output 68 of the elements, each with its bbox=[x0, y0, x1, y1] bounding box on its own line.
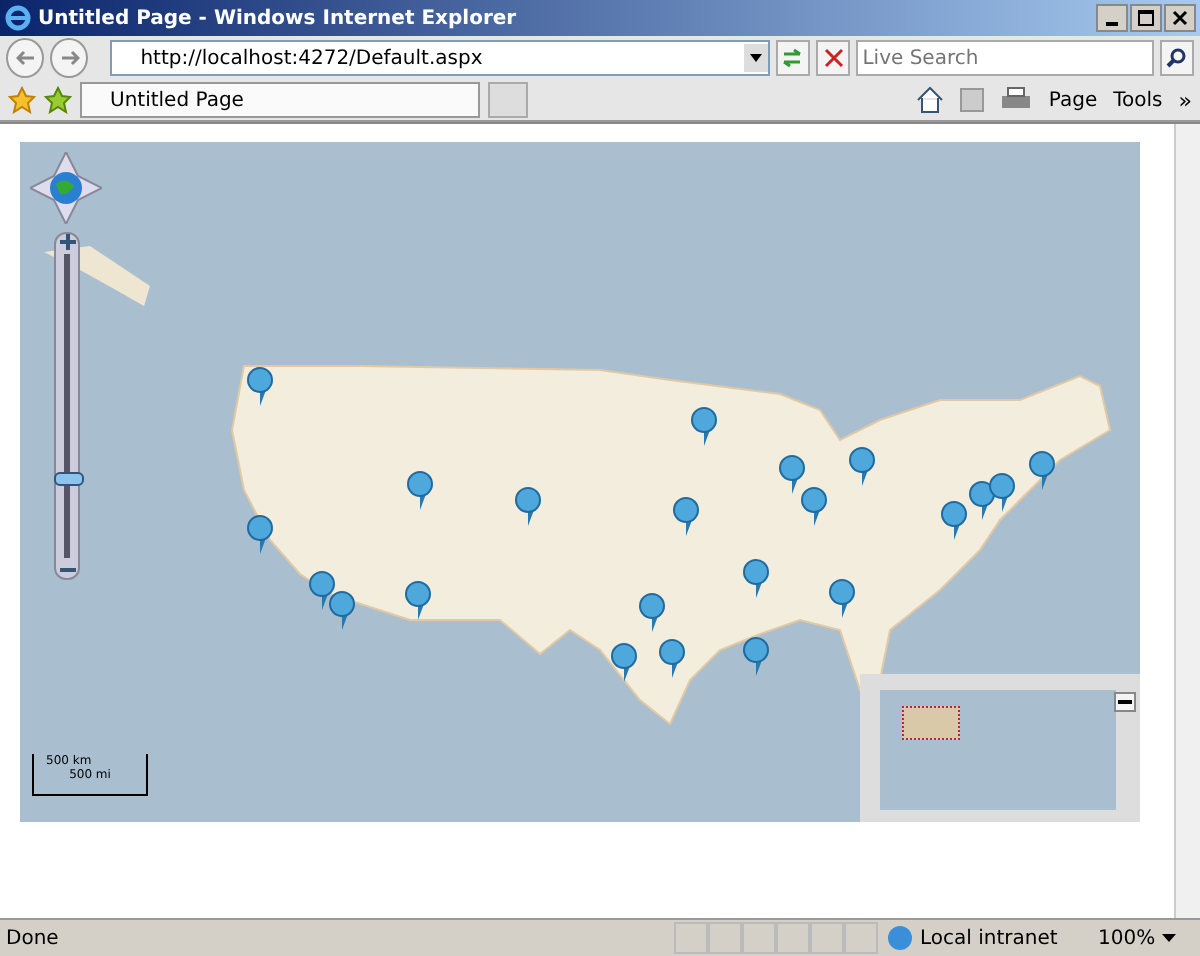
close-button[interactable] bbox=[1164, 4, 1196, 32]
vertical-scrollbar[interactable] bbox=[1174, 124, 1200, 918]
map-pin-icon[interactable] bbox=[743, 559, 769, 598]
stop-button[interactable] bbox=[816, 40, 851, 76]
map-pin-icon[interactable] bbox=[329, 591, 355, 630]
back-button[interactable] bbox=[6, 38, 45, 78]
security-zone-label: Local intranet bbox=[920, 927, 1058, 949]
search-icon bbox=[1166, 48, 1187, 68]
map-pin-icon[interactable] bbox=[989, 473, 1015, 512]
zoom-out-icon[interactable] bbox=[59, 562, 75, 578]
status-pane bbox=[742, 922, 776, 954]
map-pin-icon[interactable] bbox=[829, 579, 855, 618]
browser-tab[interactable]: Untitled Page bbox=[80, 82, 480, 118]
status-pane bbox=[844, 922, 878, 954]
forward-arrow-icon bbox=[59, 50, 80, 66]
map-pin-icon[interactable] bbox=[405, 581, 431, 620]
map-pin-icon[interactable] bbox=[515, 487, 541, 526]
caret-icon bbox=[1161, 933, 1176, 943]
refresh-icon bbox=[782, 48, 803, 68]
window-title: Untitled Page - Windows Internet Explorer bbox=[38, 7, 519, 29]
forward-button[interactable] bbox=[50, 38, 89, 78]
map-pin-icon[interactable] bbox=[801, 487, 827, 526]
pan-compass-icon[interactable] bbox=[30, 152, 102, 224]
map-pin-icon[interactable] bbox=[849, 447, 875, 486]
map-pin-icon[interactable] bbox=[407, 471, 433, 510]
toolbar-menu-button[interactable]: Tools bbox=[1113, 89, 1163, 111]
status-pane bbox=[776, 922, 810, 954]
maximize-icon bbox=[1138, 10, 1154, 26]
viewport-rectangle[interactable] bbox=[902, 706, 960, 740]
status-text: Done bbox=[6, 927, 61, 949]
close-icon bbox=[1172, 10, 1188, 26]
map-pin-icon[interactable] bbox=[639, 593, 665, 632]
status-pane bbox=[810, 922, 844, 954]
minus-icon bbox=[1118, 699, 1132, 705]
collapse-overview-button[interactable] bbox=[1114, 692, 1136, 712]
map-pin-icon[interactable] bbox=[309, 571, 335, 610]
map-pin-icon[interactable] bbox=[941, 501, 967, 540]
map-pin-icon[interactable] bbox=[673, 497, 699, 536]
map-pin-icon[interactable] bbox=[743, 637, 769, 676]
map-pin-icon[interactable] bbox=[691, 407, 717, 446]
browser-logo-icon bbox=[4, 4, 32, 32]
zoom-in-icon[interactable] bbox=[59, 234, 75, 250]
search-field[interactable]: Live Search bbox=[856, 40, 1154, 76]
more-chevron[interactable]: » bbox=[1178, 87, 1192, 113]
map-pin-icon[interactable] bbox=[611, 643, 637, 682]
intranet-globe-icon bbox=[886, 924, 914, 952]
map-pin-icon[interactable] bbox=[247, 367, 273, 406]
add-favorite-icon[interactable] bbox=[44, 86, 72, 114]
back-arrow-icon bbox=[15, 50, 36, 66]
address-field[interactable]: http://localhost:4272/Default.aspx bbox=[110, 40, 770, 76]
status-pane bbox=[708, 922, 742, 954]
map-pin-icon[interactable] bbox=[1029, 451, 1055, 490]
status-pane bbox=[674, 922, 708, 954]
zoom-level-button[interactable]: 100% bbox=[1090, 927, 1184, 949]
search-button[interactable] bbox=[1159, 40, 1194, 76]
map-pin-icon[interactable] bbox=[969, 481, 995, 520]
maximize-button[interactable] bbox=[1130, 4, 1162, 32]
favorites-star-icon[interactable] bbox=[8, 86, 36, 114]
toolbar-menu-button[interactable]: Page bbox=[1048, 89, 1098, 111]
map-pin-icon[interactable] bbox=[247, 515, 273, 554]
stop-icon bbox=[823, 48, 844, 68]
map-pin-icon[interactable] bbox=[659, 639, 685, 678]
map-pin-icon[interactable] bbox=[779, 455, 805, 494]
zoom-slider-thumb[interactable] bbox=[54, 471, 84, 486]
home-icon[interactable] bbox=[916, 86, 945, 114]
zoom-slider[interactable] bbox=[54, 232, 80, 580]
printer-icon[interactable] bbox=[1000, 86, 1033, 114]
minimize-button[interactable] bbox=[1096, 4, 1128, 32]
